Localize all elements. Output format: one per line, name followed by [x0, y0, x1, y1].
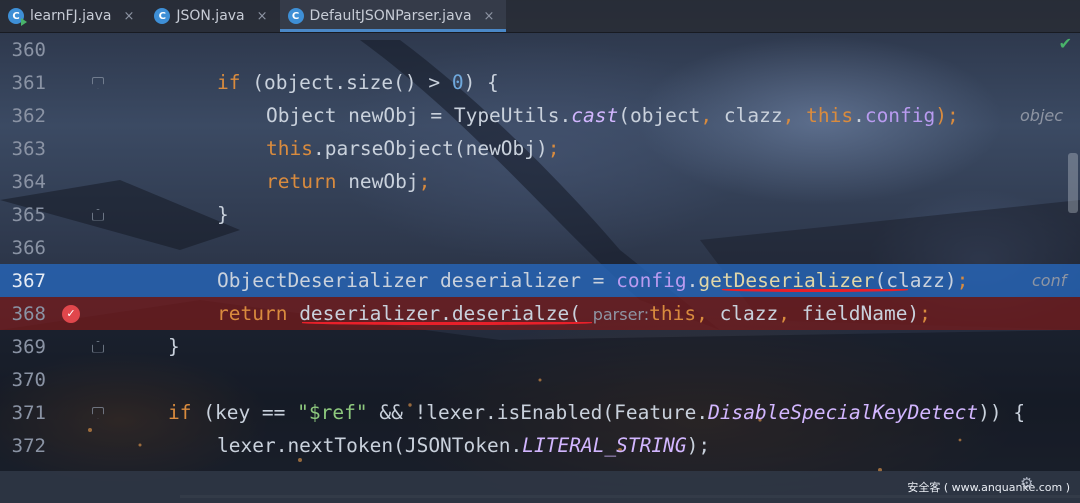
tab-learnfj[interactable]: C learnFJ.java ×	[0, 0, 146, 32]
red-underline-annotation	[302, 321, 592, 325]
line-number: 361	[11, 71, 46, 94]
code-text: ObjectDeserializer deserializer = config…	[217, 269, 969, 292]
code-line: 364 return newObj;	[0, 165, 1080, 198]
gutter: 362	[0, 99, 100, 132]
close-icon[interactable]: ×	[123, 9, 134, 24]
gutter: 372	[0, 429, 100, 462]
red-underline-annotation	[722, 288, 908, 292]
code-line: 370	[0, 363, 1080, 396]
gutter: 366	[0, 231, 100, 264]
code-text: }	[217, 203, 229, 226]
current-execution-line: 367 ObjectDeserializer deserializer = co…	[0, 264, 1080, 297]
close-icon[interactable]: ×	[257, 9, 268, 24]
code-text: this.parseObject(newObj);	[266, 137, 560, 160]
gutter: 365	[0, 198, 104, 231]
gutter: 368 ✓	[0, 297, 100, 330]
code-text: lexer.nextToken(JSONToken.LITERAL_STRING…	[217, 434, 711, 457]
code-line: 361 if (object.size() > 0) {	[0, 66, 1080, 99]
code-text: Object newObj = TypeUtils.cast(object, c…	[266, 104, 959, 127]
line-number: 371	[11, 401, 46, 424]
gutter: 370	[0, 363, 100, 396]
line-number: 364	[11, 170, 46, 193]
code-line: 369 }	[0, 330, 1080, 363]
code-text: if (key == "$ref" && !lexer.isEnabled(Fe…	[168, 401, 1026, 424]
code-text: }	[168, 335, 180, 358]
tab-json[interactable]: C JSON.java ×	[146, 0, 279, 32]
gutter: 364	[0, 165, 100, 198]
line-number: 366	[11, 236, 46, 259]
tab-defaultjsonparser[interactable]: C DefaultJSONParser.java ×	[279, 0, 507, 32]
code-line: 363 this.parseObject(newObj);	[0, 132, 1080, 165]
close-icon[interactable]: ×	[484, 9, 495, 24]
java-class-icon: C	[154, 8, 171, 24]
fold-marker-icon[interactable]	[92, 76, 104, 89]
gutter: 360	[0, 33, 100, 66]
gutter: 363	[0, 132, 100, 165]
gutter: 371	[0, 396, 104, 429]
tab-label: learnFJ.java	[30, 8, 112, 24]
line-number: 362	[11, 104, 46, 127]
line-number: 372	[11, 434, 46, 457]
line-number: 368	[11, 302, 46, 325]
gutter: 367	[0, 264, 100, 297]
editor-tab-bar: C learnFJ.java × C JSON.java × C Default…	[0, 0, 1080, 33]
fold-marker-icon[interactable]	[92, 340, 104, 353]
debug-inline-value: conf	[1032, 271, 1067, 290]
watermark-text: 安全客 ( www.anquanke.com )	[907, 481, 1070, 494]
line-number: 363	[11, 137, 46, 160]
code-line: 372 lexer.nextToken(JSONToken.LITERAL_ST…	[0, 429, 1080, 462]
breakpoint-icon[interactable]: ✓	[62, 304, 80, 323]
code-line: 362 Object newObj = TypeUtils.cast(objec…	[0, 99, 1080, 132]
breakpoint-line: 368 ✓ return deserializer.deserialze( pa…	[0, 297, 1080, 330]
parameter-hint: parser:	[592, 305, 650, 324]
code-line: 365 }	[0, 198, 1080, 231]
fold-marker-icon[interactable]	[92, 208, 104, 221]
debug-inline-value: objec	[1020, 106, 1064, 125]
java-class-icon: C	[287, 8, 304, 24]
line-number: 360	[11, 38, 46, 61]
code-text: return newObj;	[266, 170, 431, 193]
line-number: 367	[11, 269, 46, 292]
code-line: 371 if (key == "$ref" && !lexer.isEnable…	[0, 396, 1080, 429]
tab-label: JSON.java	[176, 8, 245, 24]
line-number: 369	[11, 335, 46, 358]
code-line: 360	[0, 33, 1080, 66]
gutter: 369	[0, 330, 104, 363]
code-text: return deserializer.deserialze( parser:t…	[217, 302, 931, 325]
fold-marker-icon[interactable]	[92, 406, 104, 419]
gutter: 361	[0, 66, 104, 99]
tab-label: DefaultJSONParser.java	[309, 8, 472, 24]
vertical-scrollbar-thumb[interactable]	[1068, 153, 1078, 213]
java-class-runnable-icon: C	[8, 8, 27, 26]
code-text: if (object.size() > 0) {	[217, 71, 499, 94]
code-editor[interactable]: 360 361 if (object.size() > 0) { 362 Obj…	[0, 33, 1080, 503]
line-number: 370	[11, 368, 46, 391]
line-number: 365	[11, 203, 46, 226]
code-line: 366	[0, 231, 1080, 264]
